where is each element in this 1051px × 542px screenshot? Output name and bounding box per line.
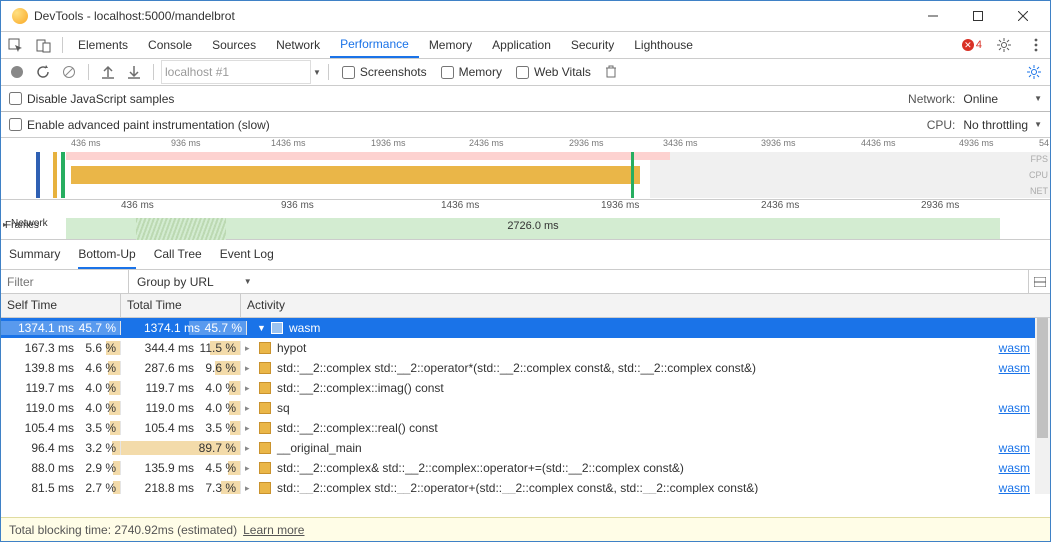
cpu-tag: CPU: [1029, 170, 1048, 180]
chevron-down-icon: ▼: [313, 68, 321, 77]
cpu-label: CPU:: [927, 118, 956, 132]
tab-application[interactable]: Application: [482, 32, 561, 58]
table-row[interactable]: 139.8 ms4.6 %287.6 ms9.6 %▸std::__2::com…: [1, 358, 1050, 378]
table-header: Self Time Total Time Activity: [1, 294, 1050, 318]
table-row[interactable]: 119.0 ms4.0 %119.0 ms4.0 %▸sqwasm: [1, 398, 1050, 418]
script-color-icon: [259, 482, 271, 494]
tab-network[interactable]: Network: [266, 32, 330, 58]
separator: [328, 64, 329, 80]
perf-toolbar: ▼ Screenshots Memory Web Vitals: [1, 59, 1050, 86]
tab-memory[interactable]: Memory: [419, 32, 482, 58]
group-by-select[interactable]: Group by URL▼: [129, 270, 260, 293]
option-row-1: Disable JavaScript samples Network: Onli…: [1, 86, 1050, 112]
paint-instrumentation-checkbox[interactable]: Enable advanced paint instrumentation (s…: [9, 118, 270, 132]
tab-elements[interactable]: Elements: [68, 32, 138, 58]
expand-icon[interactable]: ▼: [257, 323, 265, 333]
inspect-element-icon[interactable]: [1, 32, 29, 58]
record-button[interactable]: [5, 60, 29, 84]
memory-checkbox[interactable]: Memory: [441, 65, 502, 79]
drill-tab-event-log[interactable]: Event Log: [220, 240, 274, 269]
expand-icon[interactable]: ▸: [245, 463, 253, 474]
profile-select[interactable]: [161, 60, 311, 84]
error-count-badge[interactable]: ✕4: [958, 39, 986, 51]
table-row[interactable]: 88.0 ms2.9 %135.9 ms4.5 %▸std::__2::comp…: [1, 458, 1050, 478]
frames-label: Frames: [5, 220, 39, 231]
expand-icon[interactable]: ▸: [245, 423, 253, 434]
expand-icon[interactable]: ▸: [245, 483, 253, 494]
tab-console[interactable]: Console: [138, 32, 202, 58]
table-body: 1374.1 ms45.7 %1374.1 ms45.7 %▼wasm167.3…: [1, 318, 1050, 494]
table-row[interactable]: 81.5 ms2.7 %218.8 ms7.3 %▸std::__2::comp…: [1, 478, 1050, 494]
expand-icon[interactable]: ▸: [245, 403, 253, 414]
scrollbar[interactable]: [1035, 318, 1050, 494]
separator: [153, 64, 154, 80]
table-row[interactable]: 167.3 ms5.6 %344.4 ms11.5 %▸hypotwasm: [1, 338, 1050, 358]
window-controls: [910, 2, 1045, 31]
script-color-icon: [259, 362, 271, 374]
capture-settings-gear-icon[interactable]: [1022, 60, 1046, 84]
col-activity[interactable]: Activity: [241, 294, 1050, 317]
script-color-icon: [271, 322, 283, 334]
network-label: Network:: [908, 92, 955, 106]
reload-record-button[interactable]: [31, 60, 55, 84]
learn-more-link[interactable]: Learn more: [243, 523, 304, 537]
tab-lighthouse[interactable]: Lighthouse: [624, 32, 703, 58]
tab-sources[interactable]: Sources: [202, 32, 266, 58]
maximize-button[interactable]: [955, 2, 1000, 31]
status-bar: Total blocking time: 2740.92ms (estimate…: [1, 517, 1050, 541]
expand-icon[interactable]: ▸: [245, 443, 253, 454]
drill-tab-call-tree[interactable]: Call Tree: [154, 240, 202, 269]
screenshots-checkbox[interactable]: Screenshots: [342, 65, 427, 79]
close-button[interactable]: [1000, 2, 1045, 31]
status-text: Total blocking time: 2740.92ms (estimate…: [9, 523, 237, 537]
device-toggle-icon[interactable]: [29, 32, 57, 58]
frame-duration: 2726.0 ms: [507, 220, 558, 232]
timeline-overview[interactable]: 436 ms936 ms1436 ms1936 ms2436 ms2936 ms…: [1, 138, 1050, 200]
script-color-icon: [259, 342, 271, 354]
timeline-detail[interactable]: 436 ms936 ms1436 ms1936 ms2436 ms2936 ms…: [1, 200, 1050, 240]
tab-security[interactable]: Security: [561, 32, 624, 58]
drill-tab-bottom-up[interactable]: Bottom-Up: [78, 240, 135, 269]
cpu-select[interactable]: No throttling▼: [963, 118, 1042, 132]
heavy-view-icon[interactable]: [1028, 270, 1050, 293]
net-tag: NET: [1030, 186, 1048, 196]
filter-row: Group by URL▼: [1, 270, 1050, 294]
option-row-2: Enable advanced paint instrumentation (s…: [1, 112, 1050, 138]
expand-icon[interactable]: ▸: [245, 343, 253, 354]
col-total-time[interactable]: Total Time: [121, 294, 241, 317]
minimize-button[interactable]: [910, 2, 955, 31]
expand-icon[interactable]: ▸: [245, 363, 253, 374]
trash-icon[interactable]: [599, 60, 623, 84]
col-self-time[interactable]: Self Time: [1, 294, 121, 317]
table-row[interactable]: 1374.1 ms45.7 %1374.1 ms45.7 %▼wasm: [1, 318, 1050, 338]
separator: [62, 37, 63, 53]
expand-icon[interactable]: ▸: [245, 383, 253, 394]
drill-tab-summary[interactable]: Summary: [9, 240, 60, 269]
disable-js-samples-checkbox[interactable]: Disable JavaScript samples: [9, 92, 174, 106]
fps-tag: FPS: [1030, 154, 1048, 164]
save-profile-icon[interactable]: [122, 60, 146, 84]
devtools-icon: [12, 8, 28, 24]
webvitals-checkbox[interactable]: Web Vitals: [516, 65, 591, 79]
panel-tabs-row: ElementsConsoleSourcesNetworkPerformance…: [1, 32, 1050, 59]
clear-button[interactable]: [57, 60, 81, 84]
detail-tabs: Summary Bottom-Up Call Tree Event Log: [1, 240, 1050, 270]
window-title: DevTools - localhost:5000/mandelbrot: [34, 9, 235, 23]
table-row[interactable]: 119.7 ms4.0 %119.7 ms4.0 %▸std::__2::com…: [1, 378, 1050, 398]
titlebar: DevTools - localhost:5000/mandelbrot: [1, 1, 1050, 32]
script-color-icon: [259, 422, 271, 434]
separator: [88, 64, 89, 80]
load-profile-icon[interactable]: [96, 60, 120, 84]
script-color-icon: [259, 382, 271, 394]
settings-gear-icon[interactable]: [990, 32, 1018, 58]
script-color-icon: [259, 462, 271, 474]
script-color-icon: [259, 442, 271, 454]
script-color-icon: [259, 402, 271, 414]
table-row[interactable]: 96.4 ms3.2 %2698.5 ms89.7 %▸__original_m…: [1, 438, 1050, 458]
tab-performance[interactable]: Performance: [330, 32, 419, 58]
network-select[interactable]: Online▼: [963, 92, 1042, 106]
filter-input[interactable]: [1, 270, 129, 293]
table-row[interactable]: 105.4 ms3.5 %105.4 ms3.5 %▸std::__2::com…: [1, 418, 1050, 438]
kebab-menu-icon[interactable]: [1022, 32, 1050, 58]
